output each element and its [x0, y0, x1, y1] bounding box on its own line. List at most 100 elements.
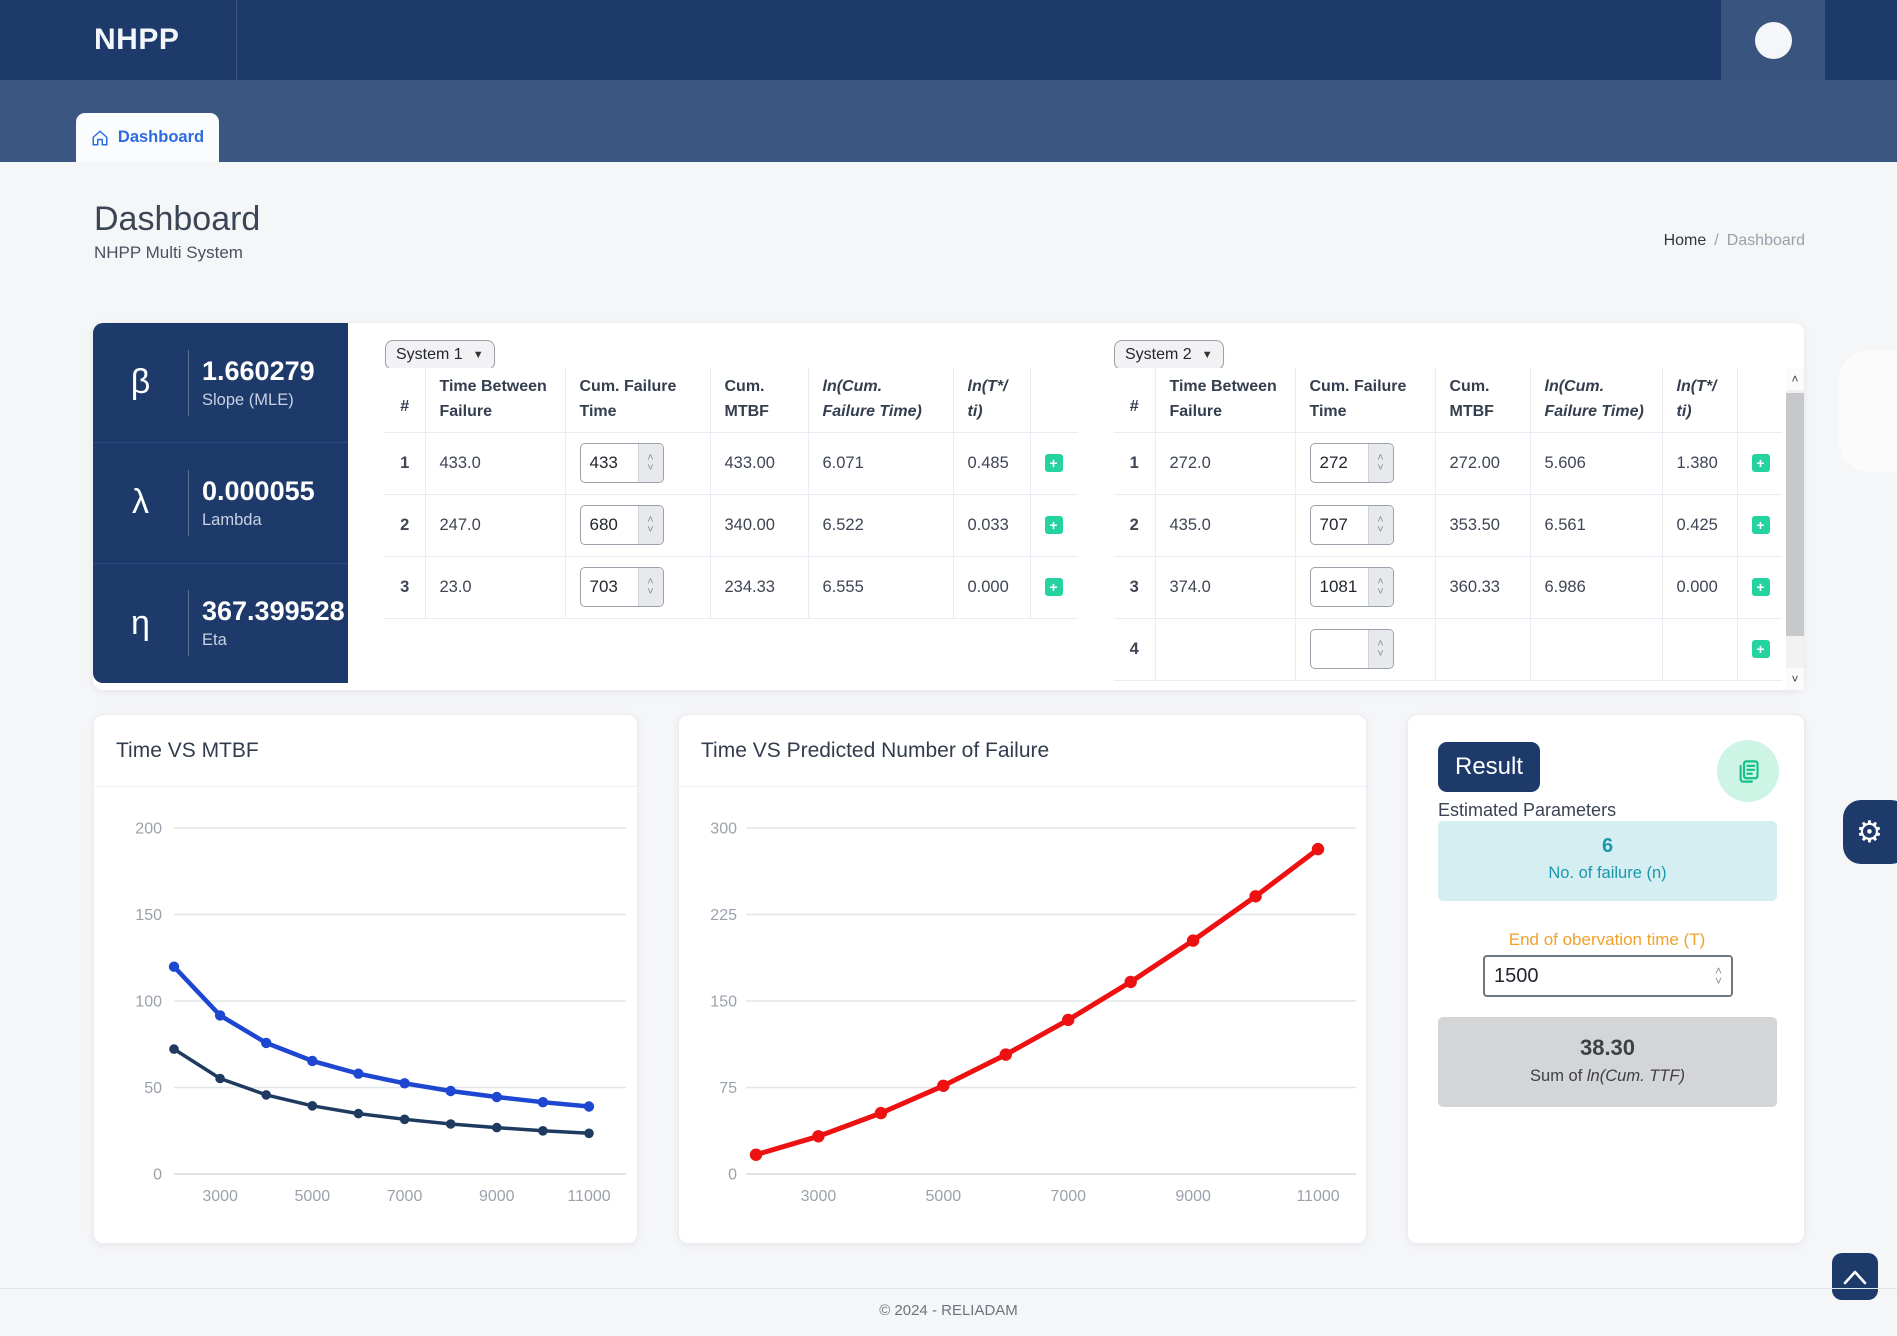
- tab-dashboard-label: Dashboard: [118, 128, 204, 147]
- system1-select-value: System 1: [396, 346, 463, 364]
- cum-failure-time-input[interactable]: 703˄˅: [580, 567, 664, 607]
- data-point: [750, 1149, 762, 1161]
- beta-label: Slope (MLE): [202, 391, 315, 410]
- time-vs-failure-chart: 075150225300300050007000900011000: [679, 787, 1368, 1245]
- row-index: 3: [385, 556, 425, 618]
- cum-mtbf-cell: 340.00: [710, 494, 808, 556]
- top-navbar: NHPP: [0, 0, 1897, 80]
- y-axis-tick-label: 100: [135, 994, 162, 1011]
- row-index: 4: [1114, 618, 1155, 680]
- add-row-button[interactable]: +: [1045, 454, 1063, 472]
- ln-cum-failure-time-cell: [1530, 618, 1662, 680]
- spinner[interactable]: ˄˅: [638, 568, 663, 606]
- cum-mtbf-cell: 234.33: [710, 556, 808, 618]
- data-point: [400, 1115, 410, 1125]
- failure-count-box: 6 No. of failure (n): [1438, 821, 1777, 901]
- system2-select[interactable]: System 2 ▼: [1114, 340, 1224, 370]
- system1-table: #Time BetweenFailureCum. FailureTimeCum.…: [385, 368, 1078, 619]
- tab-dashboard[interactable]: Dashboard: [76, 113, 219, 162]
- sum-label: Sum of ln(Cum. TTF): [1438, 1067, 1777, 1086]
- spinner[interactable]: ˄˅: [638, 444, 663, 482]
- table-header-row: #Time BetweenFailureCum. FailureTimeCum.…: [385, 368, 1078, 432]
- scroll-top-button[interactable]: [1832, 1253, 1878, 1300]
- system2-scroll-area[interactable]: #Time BetweenFailureCum. FailureTimeCum.…: [1114, 368, 1784, 690]
- table-scrollbar[interactable]: ˄ ˅: [1786, 368, 1804, 690]
- breadcrumb-home-link[interactable]: Home: [1664, 232, 1707, 249]
- report-icon: [1735, 758, 1762, 785]
- data-point: [169, 962, 179, 972]
- x-axis-tick-label: 3000: [801, 1188, 837, 1205]
- cum-failure-time-input[interactable]: 433˄˅: [580, 443, 664, 483]
- column-header: Time BetweenFailure: [425, 368, 565, 432]
- add-row-button[interactable]: +: [1045, 516, 1063, 534]
- page-subtitle: NHPP Multi System: [94, 243, 243, 263]
- breadcrumb: Home/Dashboard: [1664, 232, 1805, 250]
- ln-t-ratio-cell: 0.485: [953, 432, 1030, 494]
- scrollbar-thumb[interactable]: [1786, 393, 1804, 636]
- add-row-button[interactable]: +: [1752, 516, 1770, 534]
- spinner[interactable]: ˄˅: [1368, 568, 1393, 606]
- data-point: [399, 1078, 409, 1088]
- estimated-parameters-label: Estimated Parameters: [1438, 800, 1616, 821]
- data-point: [1249, 890, 1261, 902]
- spinner[interactable]: ˄˅: [1368, 630, 1393, 668]
- cum-failure-time-input[interactable]: 272˄˅: [1310, 443, 1394, 483]
- result-button[interactable]: Result: [1438, 742, 1540, 792]
- time-between-failure-cell: 374.0: [1155, 556, 1295, 618]
- ln-t-ratio-cell: [1662, 618, 1737, 680]
- x-axis-tick-label: 7000: [387, 1188, 423, 1205]
- data-point: [215, 1010, 225, 1020]
- x-axis-tick-label: 9000: [1175, 1188, 1211, 1205]
- time-between-failure-cell: 247.0: [425, 494, 565, 556]
- column-header: [1737, 368, 1782, 432]
- time-between-failure-cell: [1155, 618, 1295, 680]
- footer-copyright: © 2024 - RELIADAM: [0, 1302, 1897, 1319]
- cum-failure-time-input[interactable]: 680˄˅: [580, 505, 664, 545]
- data-point: [538, 1097, 548, 1107]
- breadcrumb-current: Dashboard: [1727, 232, 1805, 249]
- add-row-button[interactable]: +: [1045, 578, 1063, 596]
- end-time-input[interactable]: 1500 ˄˅: [1483, 955, 1733, 997]
- spinner[interactable]: ˄˅: [1368, 506, 1393, 544]
- cum-failure-time-input[interactable]: 707˄˅: [1310, 505, 1394, 545]
- stat-eta: η 367.399528 Eta: [93, 564, 348, 683]
- y-axis-tick-label: 50: [144, 1080, 162, 1097]
- cum-mtbf-cell: 353.50: [1435, 494, 1530, 556]
- avatar[interactable]: [1755, 22, 1792, 59]
- cum-failure-time-input[interactable]: 1081˄˅: [1310, 567, 1394, 607]
- ln-cum-failure-time-cell: 5.606: [1530, 432, 1662, 494]
- user-menu[interactable]: [1721, 0, 1825, 80]
- ln-t-ratio-cell: 0.033: [953, 494, 1030, 556]
- x-axis-tick-label: 3000: [202, 1188, 238, 1205]
- x-axis-tick-label: 11000: [567, 1188, 610, 1205]
- stat-beta: β 1.660279 Slope (MLE): [93, 323, 348, 443]
- system1-select[interactable]: System 1 ▼: [385, 340, 495, 370]
- ln-t-ratio-cell: 0.000: [1662, 556, 1737, 618]
- column-header: Cum.MTBF: [1435, 368, 1530, 432]
- scrollbar-down-icon[interactable]: ˅: [1786, 668, 1804, 690]
- cum-failure-time-cell: 433˄˅: [565, 432, 710, 494]
- spinner-down-icon: ˅: [1715, 976, 1722, 986]
- cum-failure-time-input[interactable]: ˄˅: [1310, 629, 1394, 669]
- add-row-button[interactable]: +: [1752, 578, 1770, 596]
- add-row-button[interactable]: +: [1752, 454, 1770, 472]
- time-between-failure-cell: 433.0: [425, 432, 565, 494]
- ln-cum-failure-time-cell: 6.522: [808, 494, 953, 556]
- failure-chart-card: Time VS Predicted Number of Failure 0751…: [678, 714, 1367, 1244]
- spinner[interactable]: ˄˅: [1368, 444, 1393, 482]
- data-point: [354, 1109, 364, 1119]
- add-row-button[interactable]: +: [1752, 640, 1770, 658]
- scrollbar-up-icon[interactable]: ˄: [1786, 368, 1804, 390]
- table-row: 2247.0680˄˅340.006.5220.033+: [385, 494, 1078, 556]
- settings-gear-icon[interactable]: ⚙: [1843, 800, 1897, 864]
- y-axis-tick-label: 200: [135, 821, 162, 838]
- spinner[interactable]: ˄˅: [1706, 957, 1731, 995]
- y-axis-tick-label: 75: [719, 1080, 737, 1097]
- column-header: ln(Cum.Failure Time): [808, 368, 953, 432]
- spinner-down-icon: ˅: [1377, 525, 1383, 535]
- eta-label: Eta: [202, 631, 345, 650]
- report-button[interactable]: [1717, 740, 1779, 802]
- data-point: [1000, 1048, 1012, 1060]
- spinner-down-icon: ˅: [1377, 649, 1383, 659]
- spinner[interactable]: ˄˅: [638, 506, 663, 544]
